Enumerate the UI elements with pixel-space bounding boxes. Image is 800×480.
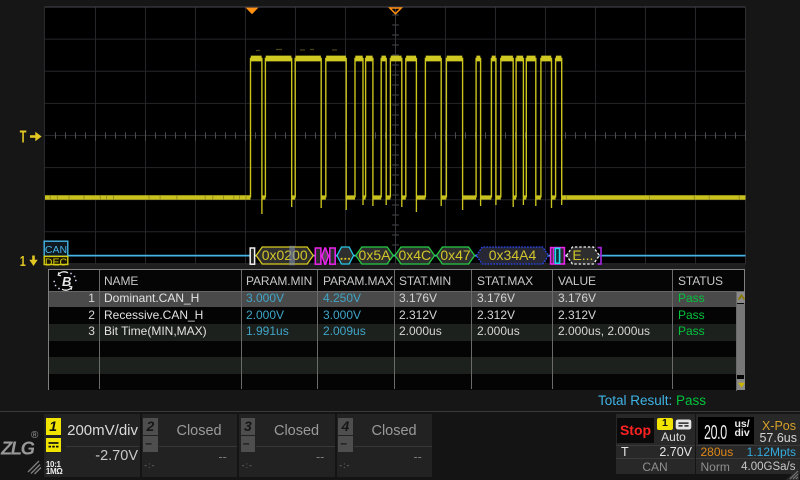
svg-text:0x0200: 0x0200 [262, 247, 308, 263]
svg-text:CAN: CAN [45, 244, 67, 256]
svg-text:ZLG: ZLG [0, 438, 35, 459]
svg-text:0x4C: 0x4C [398, 247, 431, 263]
svg-text:0x47: 0x47 [440, 247, 471, 263]
svg-text:0x5A: 0x5A [359, 247, 392, 263]
svg-text:0x34A4: 0x34A4 [489, 247, 537, 263]
svg-text:T: T [20, 128, 27, 147]
svg-text:®: ® [31, 430, 39, 441]
svg-text:1: 1 [20, 252, 26, 269]
svg-text:DEC: DEC [45, 257, 68, 269]
svg-text:E...: E... [572, 247, 593, 263]
